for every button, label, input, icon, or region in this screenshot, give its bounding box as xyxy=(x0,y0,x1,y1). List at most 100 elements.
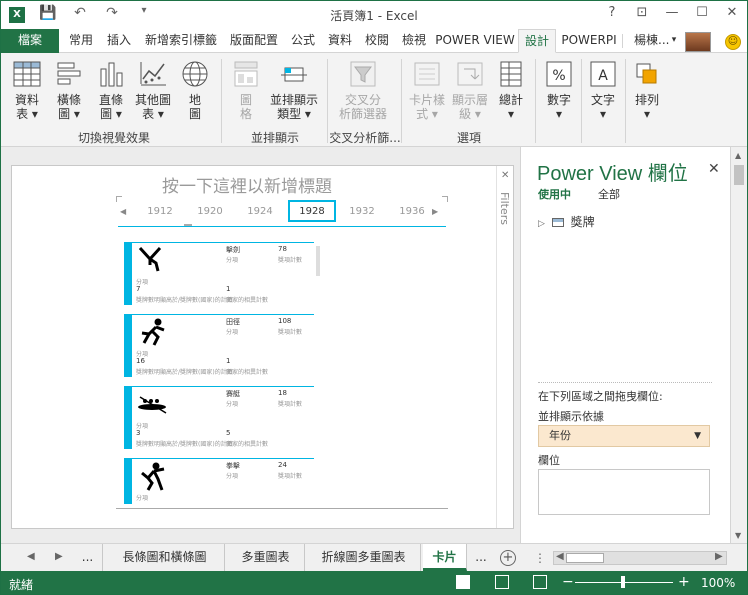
expand-icon[interactable]: ▷ xyxy=(538,219,545,229)
add-sheet-icon[interactable]: + xyxy=(500,550,516,566)
field-table-item[interactable]: ▷ 獎牌 xyxy=(538,213,595,230)
tab-home[interactable]: 常用 xyxy=(63,29,99,53)
page-break-view-icon[interactable] xyxy=(533,575,547,589)
avatar[interactable] xyxy=(685,32,711,52)
tab-all[interactable]: 全部 xyxy=(598,186,620,202)
arrange-icon xyxy=(636,63,657,84)
scroll-left-icon[interactable]: ◀ xyxy=(556,551,564,562)
sheet-tab[interactable]: 多重圖表 xyxy=(227,544,305,571)
zoom-level[interactable]: 100% xyxy=(701,576,735,590)
normal-view-icon[interactable] xyxy=(456,575,470,589)
slicer-button[interactable]: 交叉分 析篩選器 xyxy=(333,59,393,121)
more-sheets-left[interactable]: ... xyxy=(73,544,103,571)
card-value: 賽艇 xyxy=(226,390,240,398)
tab-data[interactable]: 資料 xyxy=(322,29,358,53)
tab-insert[interactable]: 插入 xyxy=(101,29,137,53)
percent-icon: % xyxy=(546,61,572,87)
group-label-options: 選項 xyxy=(456,131,481,145)
filters-pane[interactable]: ✕ Filters xyxy=(496,166,514,528)
card-value: 108 xyxy=(278,317,292,325)
more-sheets-right[interactable]: ... xyxy=(469,544,493,571)
help-button[interactable]: ? xyxy=(605,5,619,20)
ribbon-display-button[interactable]: ⊡ xyxy=(635,5,649,20)
group-separator xyxy=(221,59,222,143)
number-label: 數字 xyxy=(546,93,571,107)
tab-page-layout[interactable]: 版面配置 xyxy=(225,29,283,53)
close-filters-icon[interactable]: ✕ xyxy=(501,170,509,181)
feedback-smiley-icon[interactable]: ☺ xyxy=(725,34,741,50)
tab-in-use[interactable]: 使用中 xyxy=(538,186,571,202)
show-levels-button[interactable]: 顯示層 級 ▾ xyxy=(449,59,491,121)
sheet-tab-active[interactable]: 卡片 xyxy=(423,544,467,571)
chevron-down-icon[interactable]: ▼ xyxy=(694,426,701,446)
map-button[interactable]: 地 圖 xyxy=(175,59,215,121)
text-label: 文字 xyxy=(590,93,615,107)
scroll-down-icon[interactable]: ▼ xyxy=(735,531,741,540)
tile-type-button[interactable]: 並排顯示 類型 ▾ xyxy=(267,59,321,121)
tile-year-selected[interactable]: 1928 xyxy=(288,200,336,222)
table-button[interactable]: 資料 表 ▾ xyxy=(7,59,47,121)
tab-new-tab[interactable]: 新增索引標籤 xyxy=(139,29,223,53)
horizontal-scrollbar[interactable] xyxy=(553,551,727,565)
card-value: 78 xyxy=(278,245,287,253)
scroll-thumb[interactable] xyxy=(734,165,744,185)
bar-chart-button[interactable]: 橫條 圖 ▾ xyxy=(49,59,89,121)
vertical-scrollbar[interactable]: ▲ ▼ xyxy=(730,147,747,543)
rowing-icon xyxy=(138,396,167,414)
minimize-button[interactable]: — xyxy=(665,5,679,20)
number-format-button[interactable]: % 數字 ▾ xyxy=(541,59,577,121)
scroll-left-icon[interactable]: ◀ xyxy=(120,207,126,216)
athletics-icon xyxy=(141,318,165,346)
scroll-up-icon[interactable]: ▲ xyxy=(735,151,741,160)
user-name[interactable]: 楊棟... xyxy=(634,29,669,53)
zoom-out-icon[interactable]: − xyxy=(562,574,574,590)
text-format-button[interactable]: A 文字 ▾ xyxy=(585,59,621,121)
fields-drop-zone[interactable] xyxy=(538,469,710,515)
column-chart-button[interactable]: 直條 圖 ▾ xyxy=(91,59,131,121)
tab-power-view[interactable]: POWER VIEW xyxy=(433,29,517,53)
tile-year[interactable]: 1932 xyxy=(342,206,382,217)
sheet-tab[interactable]: 折線圖多重圖表 xyxy=(307,544,421,571)
card-visualization[interactable]: 分項 擊劍 分項 78 獎項計數 7 獎牌數明顯高於/獎牌數(國家)的計數 1 … xyxy=(124,242,324,504)
tab-formulas[interactable]: 公式 xyxy=(285,29,321,53)
table-icon xyxy=(551,218,564,227)
previous-sheet-icon[interactable]: ◀ xyxy=(27,551,35,562)
tab-file[interactable]: 檔案 xyxy=(1,29,59,53)
other-chart-button[interactable]: 其他圖 表 ▾ xyxy=(132,59,174,121)
tab-review[interactable]: 校閱 xyxy=(359,29,395,53)
totals-button[interactable]: 總計 ▾ xyxy=(493,59,529,121)
card-value: 24 xyxy=(278,461,287,469)
tile-year[interactable]: 1936 xyxy=(392,206,432,217)
close-button[interactable]: ✕ xyxy=(725,5,739,20)
tab-design[interactable]: 設計 xyxy=(518,29,556,53)
scroll-right-icon[interactable]: ▶ xyxy=(715,551,723,562)
user-menu-chevron-icon[interactable]: ▾ xyxy=(668,29,680,53)
tab-powerpivot[interactable]: POWERPI xyxy=(558,29,620,53)
sheet-tab[interactable]: 長條圖和橫條圖 xyxy=(105,544,225,571)
boxing-icon xyxy=(141,462,165,491)
title-placeholder[interactable]: 按一下這裡以新增標題 xyxy=(12,172,482,197)
scroll-right-icon[interactable]: ▶ xyxy=(432,207,438,216)
scroll-thumb[interactable] xyxy=(566,553,604,563)
tab-view[interactable]: 檢視 xyxy=(396,29,432,53)
close-icon[interactable]: ✕ xyxy=(708,161,720,177)
card-style-button[interactable]: 卡片樣 式 ▾ xyxy=(405,59,449,121)
status-bar: 就緒 − + 100% xyxy=(1,571,747,594)
list-item: 分項 賽艇 分項 18 獎項計數 3 獎牌數明顯高於/獎牌數(國家)的計數 5 … xyxy=(124,386,314,449)
next-sheet-icon[interactable]: ▶ xyxy=(55,551,63,562)
zoom-slider-thumb[interactable] xyxy=(621,576,625,588)
tile-year[interactable]: 1912 xyxy=(140,206,180,217)
arrange-button[interactable]: 排列 ▾ xyxy=(629,59,665,121)
tab-split-handle-icon[interactable]: ⋮ xyxy=(534,551,546,565)
tile-year[interactable]: 1924 xyxy=(240,206,280,217)
maximize-button[interactable]: ☐ xyxy=(695,5,709,20)
tile-by-field[interactable]: 年份 ▼ xyxy=(538,425,710,447)
tile-by-label: 並排顯示依據 xyxy=(538,410,604,423)
report-canvas[interactable]: 按一下這裡以新增標題 ✕ Filters ◀ 1912 1920 1924 19… xyxy=(11,165,514,529)
tile-type-icon xyxy=(281,67,307,82)
card-scrollbar[interactable] xyxy=(316,246,320,276)
tiles-button[interactable]: 圖 格 xyxy=(227,59,265,121)
tile-year[interactable]: 1920 xyxy=(190,206,230,217)
page-layout-view-icon[interactable] xyxy=(495,575,509,589)
zoom-in-icon[interactable]: + xyxy=(678,574,690,590)
